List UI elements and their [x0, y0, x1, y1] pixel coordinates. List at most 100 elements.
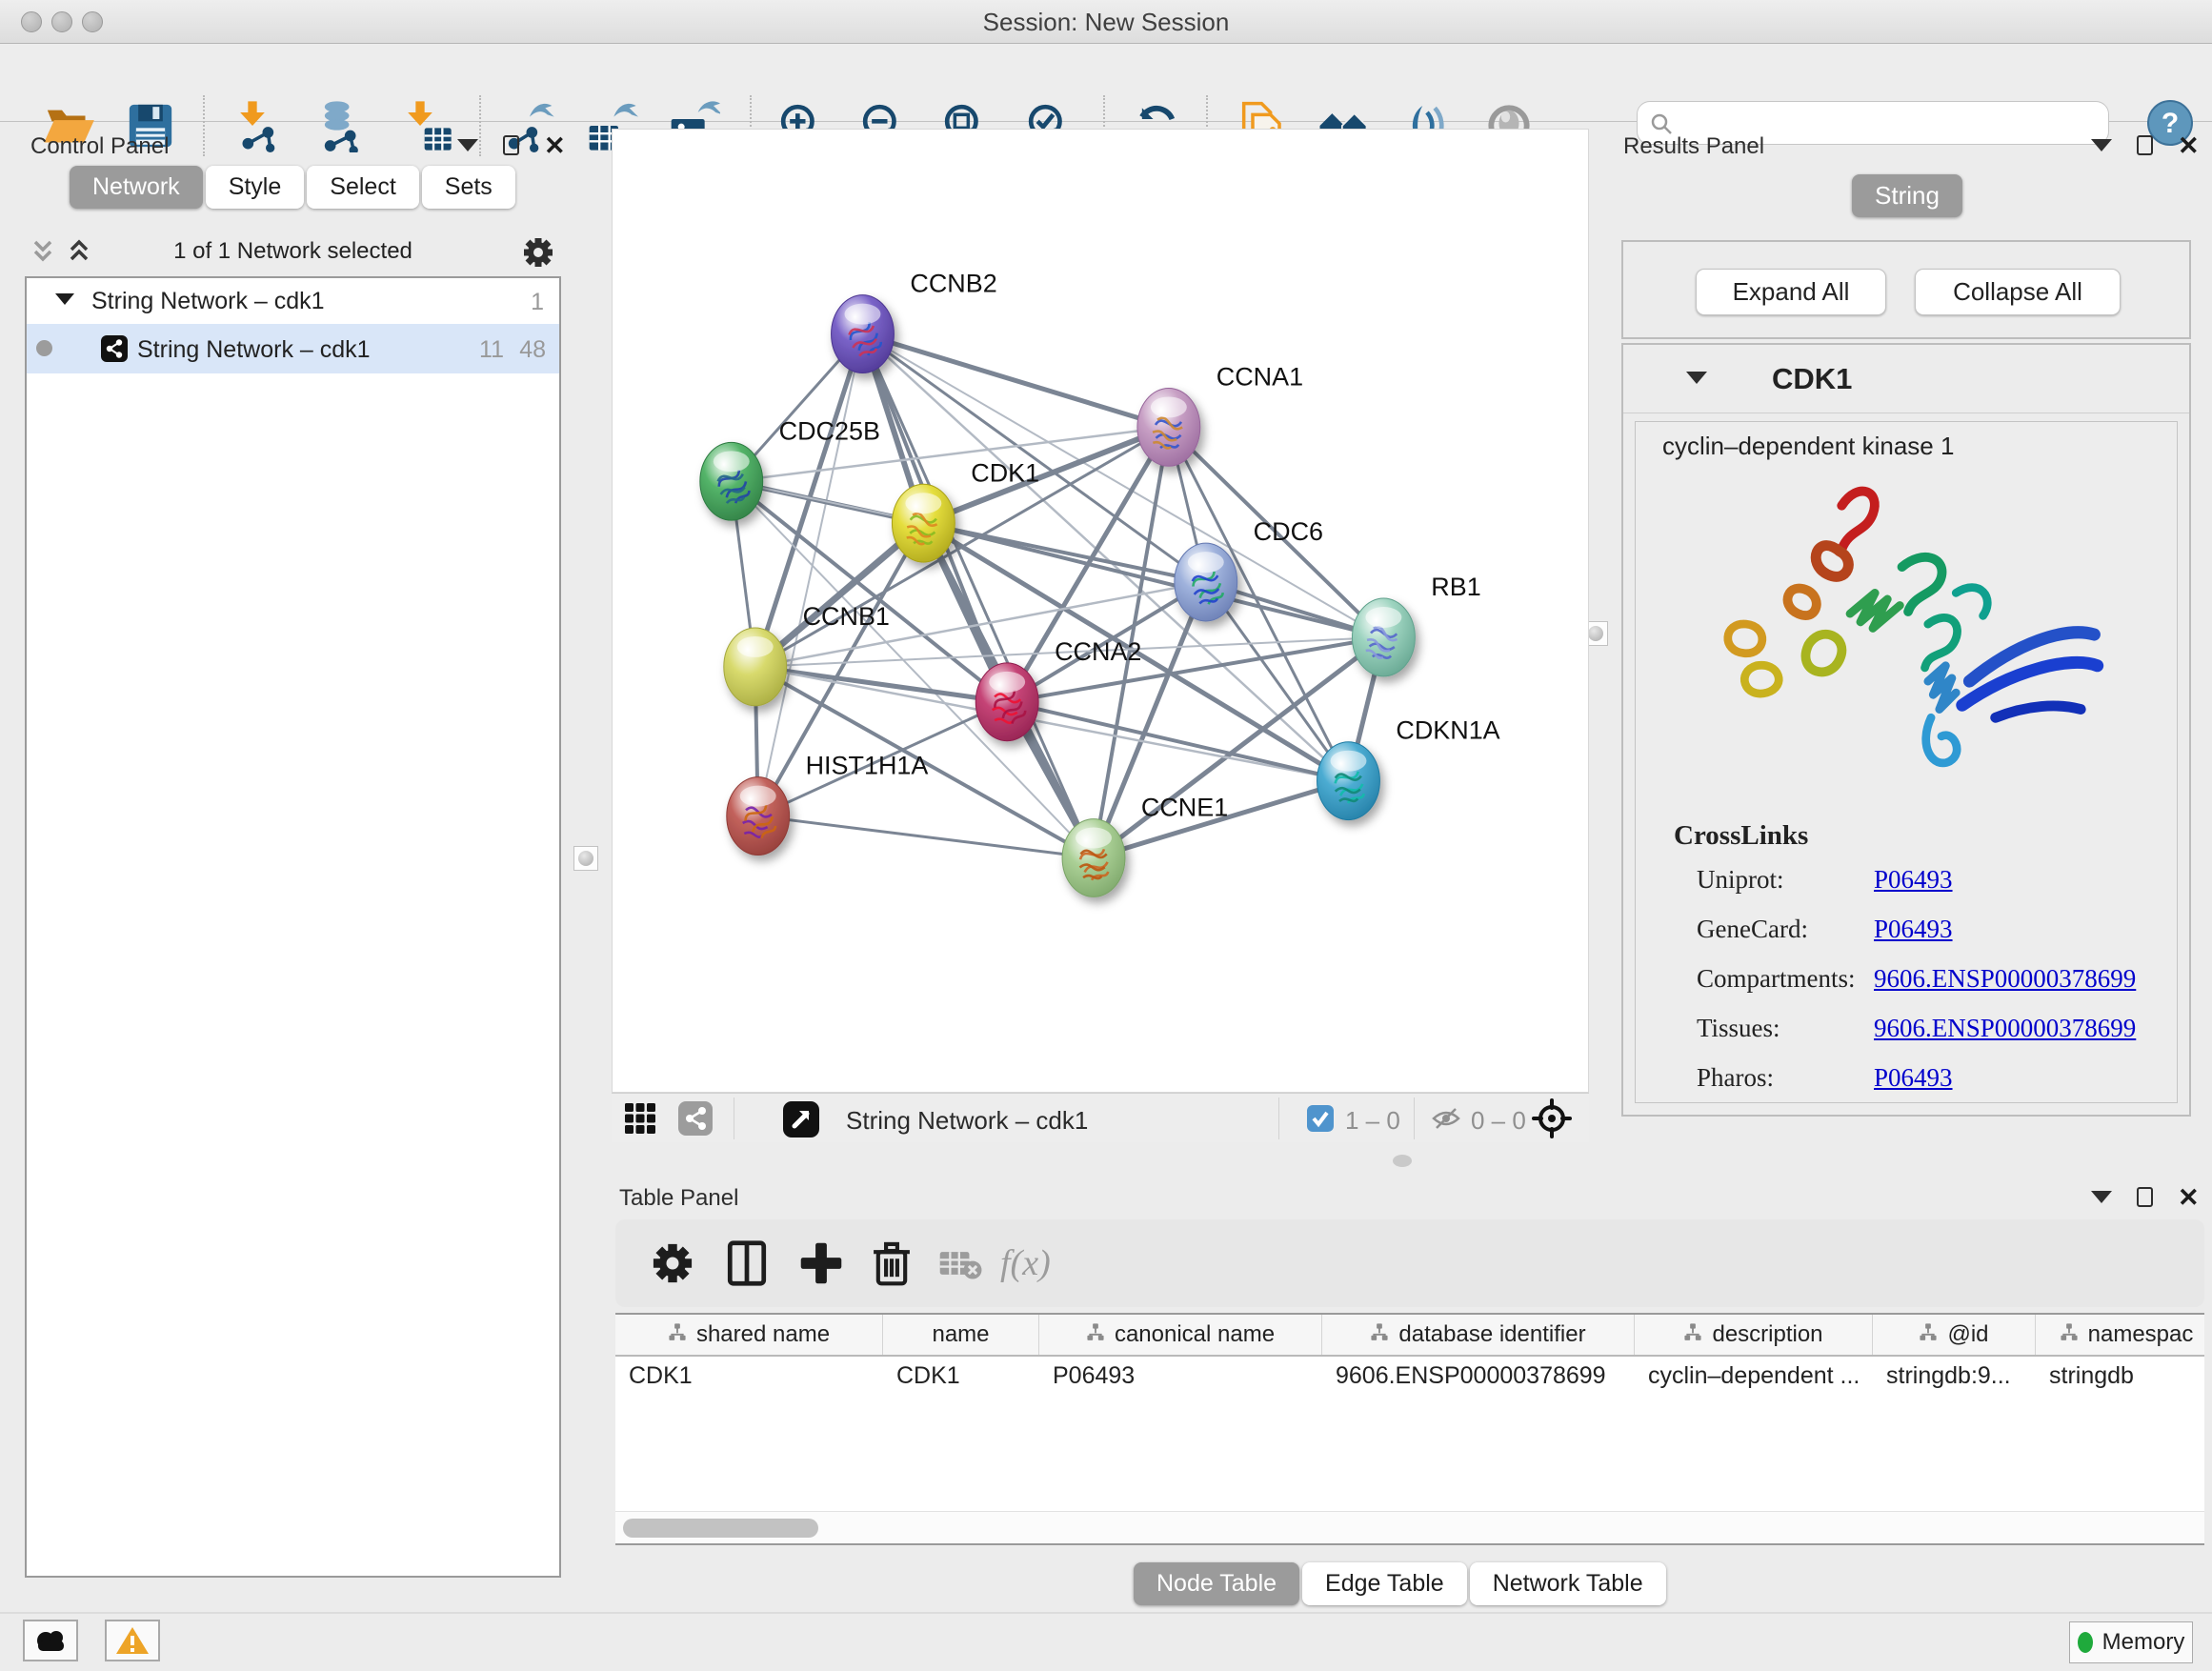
table-header-cell[interactable]: name [883, 1315, 1039, 1355]
table-row[interactable]: CDK1CDK1P064939606.ENSP00000378699cyclin… [615, 1357, 2204, 1397]
network-canvas[interactable]: CCNB2CCNA1CDC25BCDK1CDC6RB1CCNB1CCNA2CDK… [612, 129, 1589, 1093]
crosslink-link[interactable]: P06493 [1874, 1063, 1953, 1093]
network-node-label: CCNA1 [1217, 362, 1303, 391]
app-window: Session: New Session [0, 0, 2212, 1671]
table-panel-controls: ✕ [2091, 1187, 2200, 1207]
results-panel-collapse-icon[interactable] [2091, 139, 2112, 151]
memory-button[interactable]: Memory [2069, 1621, 2193, 1663]
import-table-file-icon[interactable] [400, 99, 453, 152]
add-column-icon[interactable] [796, 1238, 846, 1288]
crosslink-link[interactable]: 9606.ENSP00000378699 [1874, 964, 2136, 994]
crosslink-link[interactable]: 9606.ENSP00000378699 [1874, 1014, 2136, 1043]
network-node-label: CCNB2 [910, 270, 996, 298]
network-node[interactable] [975, 663, 1038, 741]
network-node[interactable] [1062, 819, 1125, 897]
gene-collapse-icon[interactable] [1686, 372, 1707, 384]
horizontal-splitter-handle[interactable] [1393, 1155, 1412, 1167]
network-edge-count: 48 [519, 336, 546, 364]
left-splitter-handle[interactable] [573, 846, 598, 871]
table-header-label: @id [1947, 1321, 1988, 1348]
control-panel-close-icon[interactable]: ✕ [544, 136, 566, 155]
table-cell[interactable]: CDK1 [883, 1357, 1039, 1397]
table-header-cell[interactable]: description [1635, 1315, 1873, 1355]
table-panel-title: Table Panel [619, 1185, 738, 1212]
table-panel-close-icon[interactable]: ✕ [2178, 1188, 2200, 1207]
network-node[interactable] [724, 628, 787, 706]
gene-section-header[interactable]: CDK1 [1623, 345, 2189, 413]
table-cell[interactable]: CDK1 [615, 1357, 883, 1397]
table-header-cell[interactable]: @id [1873, 1315, 2036, 1355]
table-header-label: shared name [696, 1321, 830, 1348]
scrollbar-thumb[interactable] [623, 1519, 818, 1538]
control-panel-title: Control Panel [30, 133, 169, 160]
network-node[interactable] [727, 777, 790, 856]
crosslink-link[interactable]: P06493 [1874, 865, 1953, 895]
network-node-label: CCNB1 [803, 602, 890, 631]
collection-expand-icon[interactable] [55, 293, 74, 305]
crosslink-label: GeneCard: [1697, 915, 1874, 944]
collapse-all-button[interactable]: Collapse All [1915, 269, 2121, 315]
table-header-label: canonical name [1115, 1321, 1275, 1348]
table-cell[interactable]: stringdb:9... [1873, 1357, 2036, 1397]
tab-string[interactable]: String [1852, 174, 1962, 217]
table-cell[interactable]: 9606.ENSP00000378699 [1322, 1357, 1635, 1397]
crosslink-link[interactable]: P06493 [1874, 915, 1953, 944]
column-tree-icon [668, 1321, 687, 1348]
gene-details-box: cyclin–dependent kinase 1 CrossLinks [1635, 421, 2178, 1103]
table-horizontal-scrollbar[interactable] [615, 1511, 2204, 1543]
share-view-icon[interactable] [678, 1101, 713, 1140]
table-settings-gear-icon[interactable] [648, 1238, 697, 1288]
network-node[interactable] [892, 484, 955, 562]
tab-network-table[interactable]: Network Table [1470, 1562, 1666, 1605]
node-table: shared name name canonical name database id… [615, 1313, 2204, 1545]
results-panel-float-icon[interactable] [2137, 135, 2153, 155]
network-node-label: CDC6 [1254, 517, 1323, 546]
warning-icon [115, 1625, 150, 1656]
birds-eye-view-icon[interactable] [783, 1101, 819, 1142]
tab-edge-table[interactable]: Edge Table [1302, 1562, 1467, 1605]
table-cell[interactable]: cyclin–dependent ... [1635, 1357, 1873, 1397]
results-panel-close-icon[interactable]: ✕ [2178, 136, 2200, 155]
warnings-button[interactable] [105, 1620, 160, 1661]
network-node[interactable] [1137, 388, 1200, 466]
table-header-cell[interactable]: canonical name [1039, 1315, 1322, 1355]
grid-view-icon[interactable] [623, 1101, 657, 1140]
table-cell[interactable]: P06493 [1039, 1357, 1322, 1397]
network-row-label: String Network – cdk1 [137, 336, 371, 364]
memory-status-dot [2078, 1632, 2093, 1653]
table-header-cell[interactable]: namespac [2036, 1315, 2204, 1355]
network-node[interactable] [700, 442, 763, 520]
expand-all-button[interactable]: Expand All [1696, 269, 1886, 315]
table-header-cell[interactable]: database identifier [1322, 1315, 1635, 1355]
control-panel-float-icon[interactable] [503, 135, 519, 155]
import-network-database-icon[interactable] [312, 99, 366, 152]
selected-nodes-checkbox-icon[interactable] [1307, 1105, 1334, 1137]
network-node[interactable] [832, 295, 895, 373]
network-selected-status: 1 of 1 Network selected [25, 238, 561, 265]
crosslink-label: Compartments: [1697, 964, 1874, 994]
results-panel-controls: ✕ [2091, 135, 2200, 155]
column-tree-icon [2060, 1321, 2079, 1348]
cloud-button[interactable] [23, 1620, 78, 1661]
table-cell[interactable]: stringdb [2036, 1357, 2204, 1397]
network-options-gear-icon[interactable] [519, 233, 557, 272]
tab-network[interactable]: Network [70, 166, 203, 209]
network-node[interactable] [1317, 742, 1380, 820]
network-collection-row[interactable]: String Network – cdk1 1 [27, 278, 559, 324]
delete-column-trash-icon[interactable] [867, 1238, 916, 1288]
fit-selection-crosshair-icon[interactable] [1532, 1098, 1572, 1143]
network-node[interactable] [1175, 543, 1237, 621]
show-columns-icon[interactable] [722, 1238, 772, 1288]
table-header-cell[interactable]: shared name [615, 1315, 883, 1355]
tab-style[interactable]: Style [206, 166, 305, 209]
tab-select[interactable]: Select [307, 166, 418, 209]
network-node[interactable] [1352, 598, 1415, 676]
tab-sets[interactable]: Sets [422, 166, 515, 209]
table-panel-float-icon[interactable] [2137, 1187, 2153, 1207]
tab-node-table[interactable]: Node Table [1134, 1562, 1299, 1605]
network-row[interactable]: String Network – cdk1 11 48 [27, 324, 559, 373]
crosslinks-title: CrossLinks [1674, 820, 2136, 852]
table-panel-collapse-icon[interactable] [2091, 1191, 2112, 1203]
control-panel-collapse-icon[interactable] [457, 139, 478, 151]
import-network-file-icon[interactable] [232, 99, 286, 152]
